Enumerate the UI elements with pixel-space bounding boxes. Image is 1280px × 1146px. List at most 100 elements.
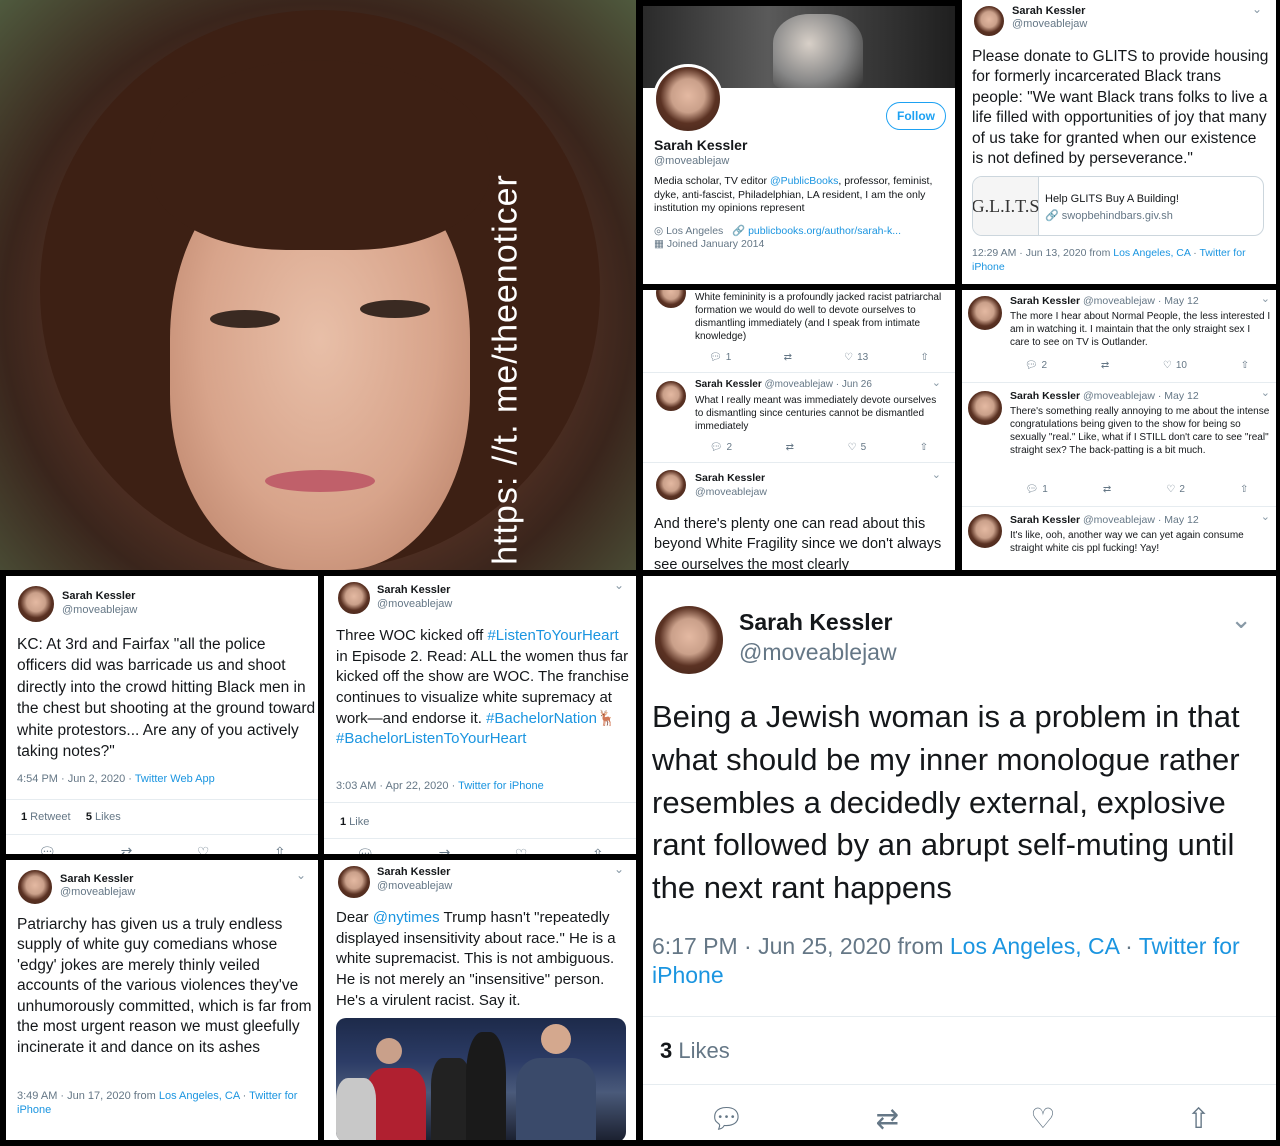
like-button[interactable]: ♡ 13: [844, 352, 868, 363]
mention-nytimes[interactable]: @nytimes: [373, 909, 440, 926]
share-icon[interactable]: ⇧: [1240, 484, 1248, 495]
like-icon[interactable]: ♡: [1030, 1102, 1055, 1135]
retweet-icon[interactable]: ⇄: [786, 442, 794, 453]
tweet-header: Sarah Kessler @moveablejaw · May 12: [1010, 390, 1199, 402]
avatar[interactable]: [653, 604, 725, 676]
retweet-icon[interactable]: ⇄: [784, 352, 792, 363]
tweet-text: It's like, ooh, another way we can yet a…: [1010, 530, 1244, 554]
avatar[interactable]: [16, 868, 54, 906]
avatar[interactable]: [966, 294, 1004, 332]
tweet-timestamp: 12:29 AM · Jun 13, 2020 from Los Angeles…: [972, 247, 1246, 273]
share-icon[interactable]: ⇧: [274, 844, 286, 854]
tweet-stats: 1 Like: [340, 816, 370, 828]
retweet-icon[interactable]: ⇄: [121, 844, 133, 854]
reply-icon[interactable]: 💬︎: [38, 844, 56, 854]
tweet-glits[interactable]: Sarah Kessler @moveablejaw ⌄ Please dona…: [962, 0, 1276, 284]
link-card[interactable]: G.L.I.T.S Help GLITS Buy A Building! 🔗 s…: [972, 176, 1264, 236]
chevron-down-icon[interactable]: ⌄: [296, 868, 306, 882]
reply-icon: 💬︎: [1025, 484, 1039, 495]
tweet-author-handle: @moveablejaw: [62, 604, 138, 616]
avatar[interactable]: [336, 864, 372, 900]
chevron-down-icon[interactable]: ⌄: [1261, 386, 1270, 399]
avatar[interactable]: [972, 4, 1006, 38]
chevron-down-icon[interactable]: ⌄: [932, 376, 941, 389]
share-icon[interactable]: ⇧: [920, 352, 928, 363]
tweet-woc[interactable]: Sarah Kessler @moveablejaw ⌄ Three WOC k…: [324, 576, 636, 854]
reply-icon[interactable]: 💬︎: [709, 1102, 745, 1135]
tweet-place[interactable]: Los Angeles, CA: [1113, 247, 1190, 259]
like-icon: ♡: [847, 442, 857, 453]
tweet-text: Patriarchy has given us a truly endless …: [17, 916, 312, 1056]
like-icon: ♡: [1166, 484, 1176, 495]
tweet-author-name: Sarah Kessler: [739, 609, 893, 635]
avatar[interactable]: [966, 512, 1004, 550]
tweet-stats: 1 Retweet 5 Likes: [21, 811, 121, 823]
chevron-down-icon[interactable]: ⌄: [614, 862, 624, 876]
share-icon[interactable]: ⇧: [920, 442, 928, 453]
chevron-down-icon[interactable]: ⌄: [932, 468, 941, 481]
reply-icon[interactable]: 💬︎: [356, 846, 374, 854]
tweet-author-name: Sarah Kessler: [377, 584, 451, 596]
reply-button[interactable]: 💬︎ 1: [1026, 484, 1048, 495]
hashtag-bachelorlistentoyourheart[interactable]: #BachelorListenToYourHeart: [336, 730, 526, 747]
share-icon[interactable]: ⇧: [1187, 1102, 1210, 1135]
chevron-down-icon[interactable]: ⌄: [1261, 510, 1270, 523]
avatar[interactable]: [654, 290, 688, 310]
tweet-place[interactable]: Los Angeles, CA: [950, 933, 1119, 959]
avatar[interactable]: [966, 389, 1004, 427]
tweet-nytimes[interactable]: Sarah Kessler @moveablejaw ⌄ Dear @nytim…: [324, 860, 636, 1140]
retweet-icon[interactable]: ⇄: [876, 1102, 899, 1135]
share-icon[interactable]: ⇧: [1241, 360, 1249, 371]
chevron-down-icon[interactable]: ⌄: [1261, 292, 1270, 305]
like-icon: ♡: [844, 352, 854, 363]
profile-website[interactable]: publicbooks.org/author/sarah-k...: [748, 225, 901, 237]
chevron-down-icon[interactable]: ⌄: [1252, 2, 1262, 16]
like-icon[interactable]: ♡: [515, 846, 528, 854]
card-url: 🔗 swopbehindbars.giv.sh: [1045, 210, 1173, 222]
avatar[interactable]: [336, 580, 372, 616]
reply-button[interactable]: 💬︎ 2: [710, 442, 732, 453]
hashtag-listentoyourheart[interactable]: #ListenToYourHeart: [487, 627, 618, 644]
avatar[interactable]: [654, 468, 688, 502]
like-button[interactable]: ♡ 10: [1163, 360, 1187, 371]
tweet-place[interactable]: Los Angeles, CA: [159, 1090, 240, 1102]
like-icon[interactable]: ♡: [197, 844, 210, 854]
tweet-patriarchy[interactable]: Sarah Kessler @moveablejaw ⌄ Patriarchy …: [6, 860, 318, 1140]
tweet-actions: 💬︎ ⇄ ♡ ⇧: [324, 846, 636, 854]
tweet-author-name: Sarah Kessler: [1012, 5, 1086, 17]
like-button[interactable]: ♡ 2: [1166, 484, 1185, 495]
profile-avatar[interactable]: [653, 64, 723, 134]
tweet-header: Sarah Kessler @moveablejaw · May 12: [1010, 514, 1199, 526]
retweet-icon[interactable]: ⇄: [439, 846, 451, 854]
retweet-icon[interactable]: ⇄: [1101, 360, 1109, 371]
reply-button[interactable]: 💬︎ 2: [1025, 360, 1047, 371]
reply-button[interactable]: 💬︎ 1: [709, 352, 731, 363]
publicbooks-link[interactable]: @PublicBooks: [770, 175, 838, 187]
tweet-timestamp: 6:17 PM · Jun 25, 2020 from Los Angeles,…: [652, 933, 1240, 989]
share-icon[interactable]: ⇧: [592, 846, 604, 854]
tweet-jewish-woman[interactable]: Sarah Kessler @moveablejaw ⌄ Being a Jew…: [643, 576, 1276, 1140]
tweet-kc[interactable]: Sarah Kessler @moveablejaw KC: At 3rd an…: [6, 576, 318, 854]
tweet-author-handle: @moveablejaw: [377, 598, 453, 610]
chevron-down-icon[interactable]: ⌄: [1230, 604, 1252, 635]
avatar[interactable]: [16, 584, 56, 624]
calendar-icon: ▦: [654, 238, 664, 250]
tweet-photo-crowd[interactable]: [336, 1018, 626, 1140]
tweet-thread-normal-people: Sarah Kessler @moveablejaw · May 12 ⌄ Th…: [962, 290, 1276, 570]
chevron-down-icon[interactable]: ⌄: [614, 578, 624, 592]
tweet-source[interactable]: Twitter Web App: [135, 773, 215, 785]
hashtag-bachelornation[interactable]: #BachelorNation: [486, 710, 597, 727]
tweet-source[interactable]: Twitter for iPhone: [458, 780, 544, 792]
profile-card: Follow Sarah Kessler @moveablejaw Media …: [643, 6, 955, 284]
tweet-text: What I really meant was immediately devo…: [695, 395, 937, 432]
retweet-icon[interactable]: ⇄: [1103, 484, 1111, 495]
tweet-text: Three WOC kicked off #ListenToYourHeart …: [336, 627, 629, 748]
avatar[interactable]: [654, 379, 688, 413]
tweet-author-handle: @moveablejaw: [377, 880, 453, 892]
follow-button[interactable]: Follow: [886, 102, 946, 130]
tweet-header: Sarah Kessler @moveablejaw · Jun 26: [695, 379, 872, 390]
tweet-text: KC: At 3rd and Fairfax "all the police o…: [17, 636, 316, 760]
tweet-author-handle: @moveablejaw: [1012, 18, 1088, 30]
tweet-text: There's something really annoying to me …: [1010, 406, 1270, 456]
like-button[interactable]: ♡ 5: [848, 442, 867, 453]
